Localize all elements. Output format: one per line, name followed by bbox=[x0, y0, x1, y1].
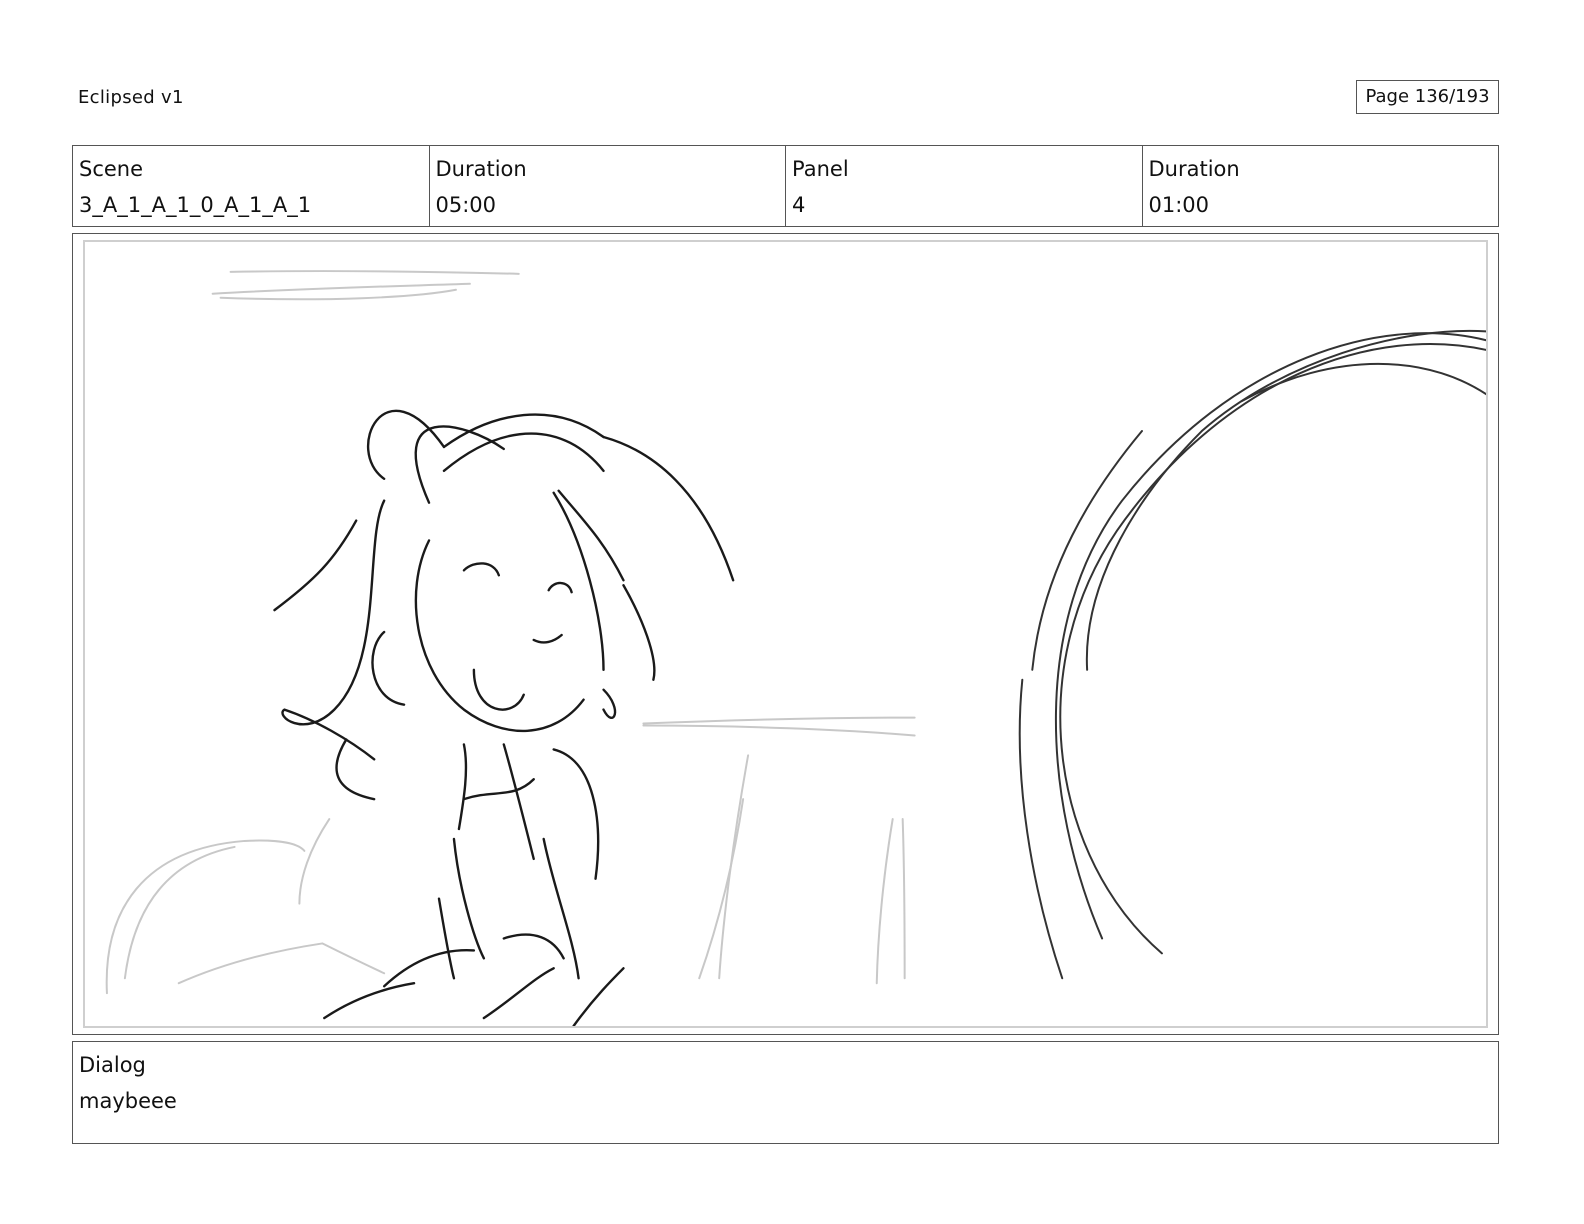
dialog-text: maybeee bbox=[79, 1089, 177, 1113]
storyboard-sketch bbox=[105, 270, 1486, 1026]
character-sketch bbox=[273, 409, 735, 1026]
project-title: Eclipsed v1 bbox=[78, 87, 184, 108]
storyboard-panel-canvas bbox=[83, 240, 1488, 1028]
scene-label: Scene bbox=[79, 157, 144, 181]
page-counter: Page 136/193 bbox=[1356, 80, 1499, 114]
panel-duration-label: Duration bbox=[1148, 157, 1240, 181]
scene-duration-label: Duration bbox=[435, 157, 527, 181]
scene-cell: Scene 3_A_1_A_1_0_A_1_A_1 bbox=[73, 146, 430, 226]
panel-cell: Panel 4 bbox=[786, 146, 1143, 226]
scene-duration-value: 05:00 bbox=[435, 193, 497, 217]
arc-sketch bbox=[1018, 329, 1486, 980]
panel-duration-cell: Duration 01:00 bbox=[1143, 146, 1499, 226]
panel-value: 4 bbox=[792, 193, 806, 217]
panel-duration-value: 01:00 bbox=[1148, 193, 1210, 217]
scene-duration-cell: Duration 05:00 bbox=[430, 146, 786, 226]
panel-label: Panel bbox=[792, 157, 849, 181]
storyboard-panel-frame bbox=[72, 233, 1499, 1035]
scene-info-table: Scene 3_A_1_A_1_0_A_1_A_1 Duration 05:00… bbox=[72, 145, 1499, 227]
background-sketch-lines bbox=[105, 270, 916, 995]
scene-value: 3_A_1_A_1_0_A_1_A_1 bbox=[79, 193, 312, 217]
dialog-box: Dialog maybeee bbox=[72, 1041, 1499, 1144]
dialog-label: Dialog bbox=[79, 1053, 146, 1077]
